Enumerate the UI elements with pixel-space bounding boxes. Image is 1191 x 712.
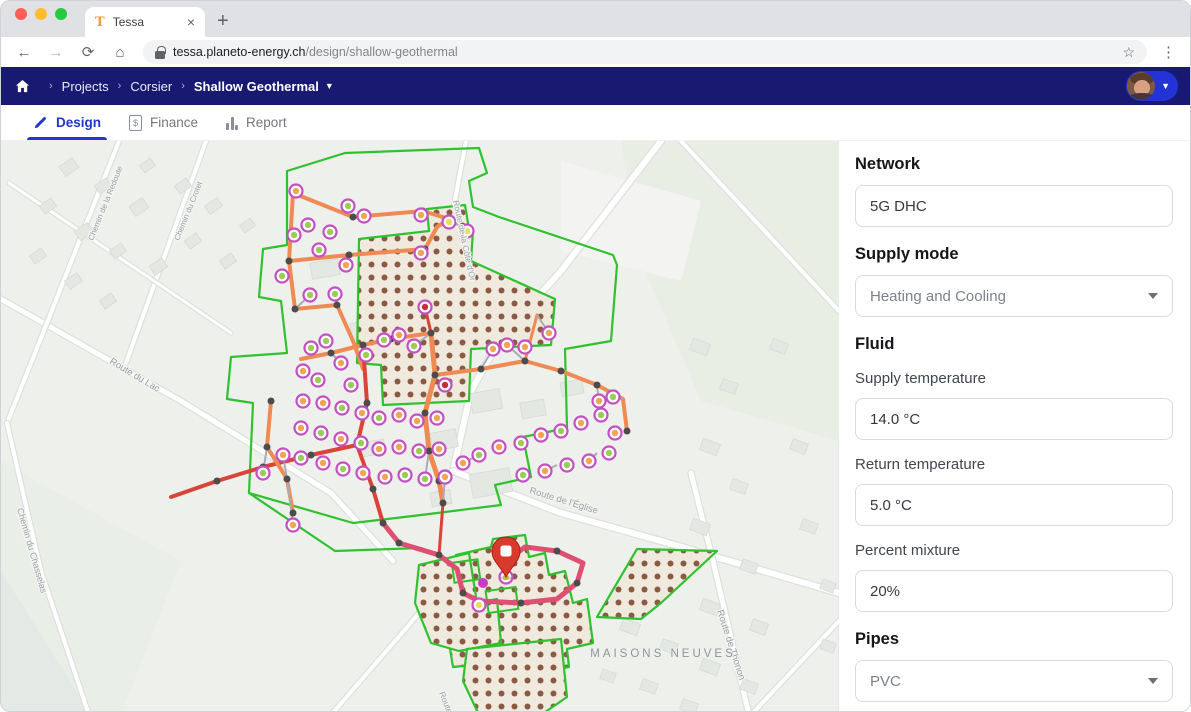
supply-mode-select[interactable]: Heating and Cooling <box>855 275 1173 317</box>
maximize-window-button[interactable] <box>55 8 67 20</box>
map-area[interactable]: Route du LacRoute de l'ÉgliseRoute de Th… <box>1 141 839 712</box>
breadcrumb-current-project[interactable]: Shallow Geothermal <box>194 79 319 94</box>
return-temperature-input[interactable] <box>855 484 1173 526</box>
breadcrumb-home-icon[interactable] <box>15 79 30 94</box>
user-menu[interactable]: ▼ <box>1126 71 1178 101</box>
breadcrumb-separator: › <box>181 80 185 92</box>
tab-report[interactable]: Report <box>212 105 301 140</box>
network-input[interactable] <box>855 185 1173 227</box>
url-path: /design/shallow-geothermal <box>306 45 458 59</box>
tab-design-label: Design <box>56 115 101 130</box>
pipes-value: PVC <box>870 673 901 690</box>
browser-window: T Tessa × + ← → ⟳ ⌂ tessa.planeto-energy… <box>0 0 1191 712</box>
finance-doc-icon: $ <box>129 115 142 131</box>
minimize-window-button[interactable] <box>35 8 47 20</box>
supply-mode-heading: Supply mode <box>855 245 1173 264</box>
breadcrumb-projects[interactable]: Projects <box>62 79 109 94</box>
new-tab-button[interactable]: + <box>217 10 229 37</box>
tab-report-label: Report <box>246 115 287 130</box>
project-dropdown-caret-icon[interactable]: ▼ <box>325 81 334 91</box>
bar-chart-icon <box>226 116 238 130</box>
map-canvas[interactable]: Route du LacRoute de l'ÉgliseRoute de Th… <box>1 141 839 712</box>
chevron-down-icon <box>1148 293 1158 299</box>
app-tabbar: Design $ Finance Report <box>1 105 1190 141</box>
network-heading: Network <box>855 155 1173 174</box>
svg-text:Route de Thonon: Route de Thonon <box>714 609 747 682</box>
svg-text:MAISONS NEUVES: MAISONS NEUVES <box>590 648 736 660</box>
supply-temperature-label: Supply temperature <box>855 370 1173 387</box>
url-host: tessa.planeto-energy.ch <box>173 45 306 59</box>
return-temperature-label: Return temperature <box>855 456 1173 473</box>
breadcrumb-separator: › <box>118 80 122 92</box>
breadcrumb-separator: › <box>49 80 53 92</box>
supply-temperature-input[interactable] <box>855 398 1173 440</box>
bookmark-star-icon[interactable]: ☆ <box>1122 44 1135 61</box>
browser-addressbar: ← → ⟳ ⌂ tessa.planeto-energy.ch/design/s… <box>1 37 1190 67</box>
pencil-icon <box>33 115 48 130</box>
percent-mixture-input[interactable] <box>855 570 1173 612</box>
percent-mixture-label: Percent mixture <box>855 542 1173 559</box>
design-sidebar: Network Supply mode Heating and Cooling … <box>839 141 1190 712</box>
tab-design[interactable]: Design <box>19 105 115 140</box>
traffic-lights <box>15 1 67 37</box>
home-icon[interactable]: ⌂ <box>111 45 129 60</box>
browser-tabstrip: T Tessa × + <box>1 1 1190 37</box>
tessa-favicon: T <box>95 15 105 30</box>
tab-finance[interactable]: $ Finance <box>115 105 212 140</box>
svg-text:Route du Lac: Route du Lac <box>107 356 161 395</box>
svg-text:Route du Carroz: Route du Carroz <box>437 690 470 712</box>
tab-finance-label: Finance <box>150 115 198 130</box>
reload-icon[interactable]: ⟳ <box>79 45 97 60</box>
url-bar[interactable]: tessa.planeto-energy.ch/design/shallow-g… <box>143 40 1147 64</box>
tab-close-icon[interactable]: × <box>187 14 195 30</box>
user-menu-chevron-down-icon: ▼ <box>1161 81 1170 91</box>
tab-title: Tessa <box>113 15 179 29</box>
pipes-heading: Pipes <box>855 630 1173 649</box>
fluid-heading: Fluid <box>855 335 1173 354</box>
pipes-select[interactable]: PVC <box>855 660 1173 702</box>
supply-mode-value: Heating and Cooling <box>870 288 1006 305</box>
back-icon[interactable]: ← <box>15 45 33 60</box>
avatar[interactable] <box>1126 71 1156 101</box>
lock-icon <box>155 46 165 59</box>
browser-tab[interactable]: T Tessa × <box>85 7 205 37</box>
chevron-down-icon <box>1148 678 1158 684</box>
browser-menu-icon[interactable]: ⋮ <box>1161 43 1176 61</box>
close-window-button[interactable] <box>15 8 27 20</box>
forward-icon[interactable]: → <box>47 45 65 60</box>
app-header: › Projects › Corsier › Shallow Geotherma… <box>1 67 1190 105</box>
breadcrumb-corsier[interactable]: Corsier <box>130 79 172 94</box>
